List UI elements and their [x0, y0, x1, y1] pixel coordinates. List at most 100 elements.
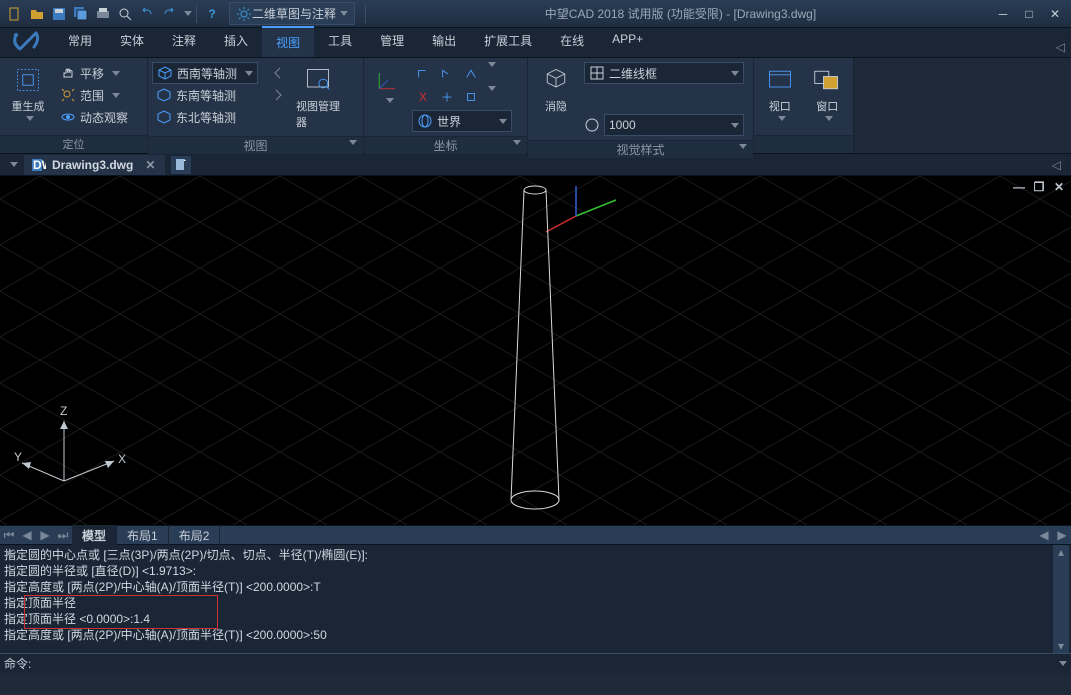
cmd-scrollbar[interactable]: ▴ ▾	[1053, 545, 1069, 653]
panel-coord: X 世界 坐标	[364, 58, 528, 153]
panel-collapse-icon[interactable]: ◁	[1052, 158, 1061, 172]
view-ne-iso[interactable]: 东北等轴测	[152, 106, 262, 128]
qat-saveall-icon[interactable]	[71, 4, 91, 24]
app-logo-icon[interactable]	[6, 27, 48, 57]
drawing-canvas[interactable]: Z X Y — ❐ ✕	[0, 176, 1071, 525]
vp-minimize-icon[interactable]: —	[1011, 180, 1027, 194]
scale-icon	[584, 117, 600, 133]
qat-save-icon[interactable]	[49, 4, 69, 24]
help-icon[interactable]: ?	[202, 4, 222, 24]
layout-scroll-right[interactable]: ▶	[1053, 528, 1071, 542]
menu-tab-实体[interactable]: 实体	[106, 26, 158, 57]
svg-text:DWG: DWG	[33, 158, 46, 172]
chevron-down-icon[interactable]	[488, 62, 496, 67]
layout-tab-布局1[interactable]: 布局1	[117, 525, 169, 546]
cmd-history-line: 指定高度或 [两点(2P)/中心轴(A)/顶面半径(T)] <200.0000>…	[4, 579, 1067, 595]
close-button[interactable]: ✕	[1043, 5, 1067, 23]
workspace-label: 二维草图与注释	[252, 5, 336, 22]
qat-plot-icon[interactable]	[93, 4, 113, 24]
vp-restore-icon[interactable]: ❐	[1031, 180, 1047, 194]
menu-tab-工具[interactable]: 工具	[314, 26, 366, 57]
view-sw-iso[interactable]: 西南等轴测	[152, 62, 258, 84]
ucs-tool-5[interactable]	[460, 86, 482, 108]
new-tab-button[interactable]	[171, 156, 191, 174]
hide-icon	[540, 64, 572, 96]
command-input[interactable]	[35, 657, 1051, 671]
command-area: ✕ 指定圆的中心点或 [三点(3P)/两点(2P)/切点、切点、半径(T)/椭圆…	[0, 545, 1071, 673]
ucs-world-dropdown[interactable]: 世界	[412, 110, 512, 132]
vp-close-icon[interactable]: ✕	[1051, 180, 1067, 194]
maximize-button[interactable]: □	[1017, 5, 1041, 23]
file-tab[interactable]: DWG Drawing3.dwg ✕	[24, 155, 165, 175]
layout-nav-next[interactable]: ▶	[36, 528, 54, 542]
menu-tab-扩展工具[interactable]: 扩展工具	[470, 26, 546, 57]
menu-tab-注释[interactable]: 注释	[158, 26, 210, 57]
layout-nav-first[interactable]: ⏮	[0, 528, 18, 543]
ucs-tool-2[interactable]	[436, 62, 458, 84]
layout-tab-模型[interactable]: 模型	[72, 525, 117, 546]
close-tab-icon[interactable]: ✕	[145, 158, 155, 172]
cmd-history-dropdown-icon[interactable]	[1059, 661, 1067, 666]
regen-button[interactable]: 重生成	[4, 62, 52, 123]
chevron-down-icon	[245, 71, 253, 76]
layout-scroll-left[interactable]: ◀	[1035, 528, 1053, 542]
qat-dropdown-icon[interactable]	[184, 11, 192, 16]
filetab-menu-icon[interactable]	[10, 162, 18, 167]
view-fwd-button[interactable]	[266, 84, 290, 106]
layout-tab-布局2[interactable]: 布局2	[169, 525, 221, 546]
orbit-button[interactable]: 动态观察	[56, 106, 132, 128]
cone-object[interactable]	[480, 182, 600, 522]
menu-tab-视图[interactable]: 视图	[262, 26, 314, 57]
layout-tab-bar: ⏮ ◀ ▶ ⏭ 模型布局1布局2 ◀ ▶	[0, 525, 1071, 545]
qat-new-icon[interactable]	[5, 4, 25, 24]
menu-tab-常用[interactable]: 常用	[54, 26, 106, 57]
ucs-button[interactable]	[368, 62, 408, 105]
chevron-down-icon[interactable]	[488, 86, 496, 91]
command-history[interactable]: ✕ 指定圆的中心点或 [三点(3P)/两点(2P)/切点、切点、半径(T)/椭圆…	[0, 545, 1071, 653]
view-manager-button[interactable]: 视图管理器	[294, 62, 342, 132]
panel-viewport: 视口 窗口	[754, 58, 854, 153]
window-button[interactable]: 窗口	[806, 62, 850, 123]
workspace-dropdown[interactable]: 二维草图与注释	[229, 2, 355, 25]
minimize-button[interactable]: ─	[991, 5, 1015, 23]
cmd-history-line: 指定顶面半径 <0.0000>:1.4	[4, 611, 1067, 627]
ucs-tool-1[interactable]	[412, 62, 434, 84]
scale-input[interactable]	[604, 114, 744, 136]
menu-tab-在线[interactable]: 在线	[546, 26, 598, 57]
cmd-history-line: 指定圆的中心点或 [三点(3P)/两点(2P)/切点、切点、半径(T)/椭圆(E…	[4, 547, 1067, 563]
chevron-down-icon	[112, 71, 120, 76]
hide-button[interactable]: 消隐	[532, 62, 580, 116]
window-title: 中望CAD 2018 试用版 (功能受限) - [Drawing3.dwg]	[370, 5, 991, 22]
separator	[365, 5, 366, 23]
hand-icon	[60, 65, 76, 81]
view-se-iso[interactable]: 东南等轴测	[152, 84, 262, 106]
cmd-history-line: 指定高度或 [两点(2P)/中心轴(A)/顶面半径(T)] <200.0000>…	[4, 627, 1067, 643]
qat-undo-icon[interactable]	[137, 4, 157, 24]
ucs-x[interactable]: X	[412, 86, 434, 108]
qat-open-icon[interactable]	[27, 4, 47, 24]
ucs-tool-4[interactable]	[436, 86, 458, 108]
gear-icon	[236, 6, 252, 22]
separator	[196, 5, 197, 23]
zoom-extents-button[interactable]: 范围	[56, 84, 132, 106]
layout-nav-last[interactable]: ⏭	[54, 528, 72, 543]
layout-nav-prev[interactable]: ◀	[18, 528, 36, 542]
viewport-button[interactable]: 视口	[758, 62, 802, 123]
file-tab-label: Drawing3.dwg	[52, 158, 133, 172]
visual-style-dropdown[interactable]: 二维线框	[584, 62, 744, 84]
pan-button[interactable]: 平移	[56, 62, 132, 84]
zoom-extents-icon	[60, 87, 76, 103]
menu-tab-插入[interactable]: 插入	[210, 26, 262, 57]
cmd-prompt: 命令:	[4, 655, 31, 672]
ucs-tool-3[interactable]	[460, 62, 482, 84]
ribbon: 重生成 平移 范围 动态观察 定位 西南等轴测 东南等轴测 东北等轴测	[0, 58, 1071, 154]
view-back-button[interactable]	[266, 62, 290, 84]
viewport-window-controls: — ❐ ✕	[1011, 180, 1067, 194]
cmd-close-icon[interactable]: ✕	[4, 547, 14, 561]
qat-redo-icon[interactable]	[159, 4, 179, 24]
menu-tab-管理[interactable]: 管理	[366, 26, 418, 57]
menu-tab-APP+[interactable]: APP+	[598, 26, 657, 57]
menu-tab-输出[interactable]: 输出	[418, 26, 470, 57]
qat-preview-icon[interactable]	[115, 4, 135, 24]
ribbon-collapse-icon[interactable]: ◁	[1056, 40, 1065, 54]
